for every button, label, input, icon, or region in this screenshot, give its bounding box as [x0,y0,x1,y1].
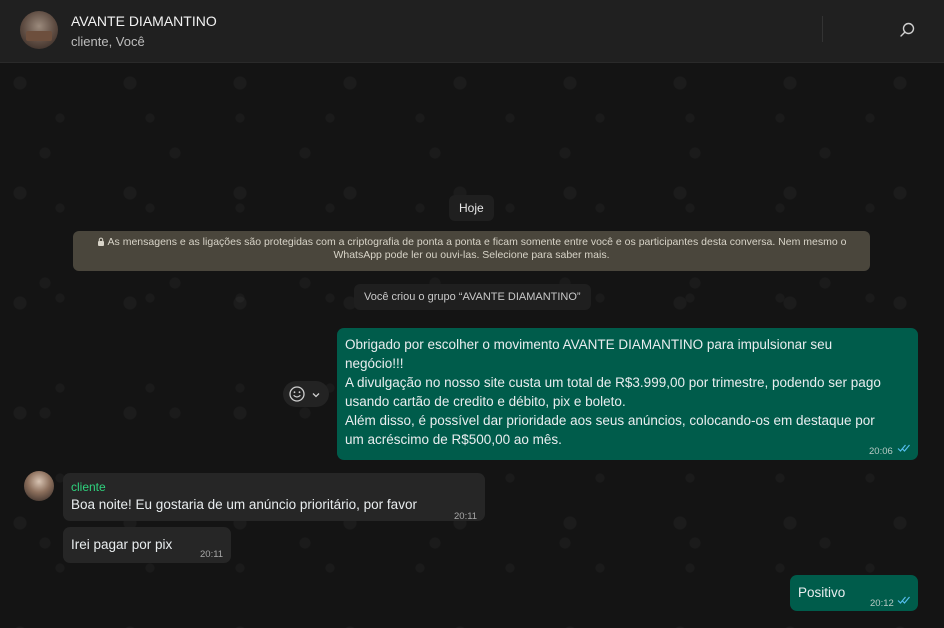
message-time: 20:12 [870,598,894,609]
read-receipt-icon [897,596,910,604]
message-text: Boa noite! Eu gostaria de um anúncio pri… [71,497,417,512]
group-avatar[interactable] [20,11,58,49]
search-icon [900,22,915,37]
read-receipt-icon [897,444,910,452]
encryption-notice-line2: WhatsApp pode ler ou ouvi-las. Selecione… [333,249,610,261]
lock-icon [97,237,104,246]
group-participants[interactable]: cliente, Você [71,34,145,49]
message-line: um acréscimo de R$500,00 ao mês. [345,432,562,447]
message-line: Obrigado por escolher o movimento AVANTE… [345,337,833,352]
message-line: A divulgação no nosso site custa um tota… [345,375,881,390]
message-time: 20:11 [200,549,224,560]
system-message: Você criou o grupo “AVANTE DIAMANTINO” [354,284,591,310]
chat-header: AVANTE DIAMANTINO cliente, Você [0,0,944,63]
chevron-down-icon [312,393,320,398]
outgoing-message[interactable]: Positivo 20:12 [790,575,918,611]
outgoing-message[interactable]: Obrigado por escolher o movimento AVANTE… [337,328,918,460]
incoming-message[interactable]: cliente Boa noite! Eu gostaria de um anú… [63,473,485,522]
reaction-button[interactable] [283,381,329,407]
group-title[interactable]: AVANTE DIAMANTINO [71,13,217,29]
search-button[interactable] [896,19,918,41]
message-line: usando cartão de credito e débito, pix e… [345,394,626,409]
message-time: 20:06 [869,446,893,457]
message-line: negócio!!! [345,356,404,371]
message-text: Positivo [798,585,846,600]
encryption-notice[interactable]: As mensagens e as ligações são protegida… [73,231,870,271]
emoji-icon [289,386,305,402]
date-separator: Hoje [449,195,494,221]
header-divider [822,16,823,42]
sender-avatar[interactable] [24,471,54,501]
message-time: 20:11 [454,511,478,522]
message-line: Além disso, é possível dar prioridade ao… [345,413,875,428]
message-text: Irei pagar por pix [71,537,173,552]
encryption-notice-line1: As mensagens e as ligações são protegida… [107,236,847,248]
incoming-message[interactable]: Irei pagar por pix 20:11 [63,527,231,563]
